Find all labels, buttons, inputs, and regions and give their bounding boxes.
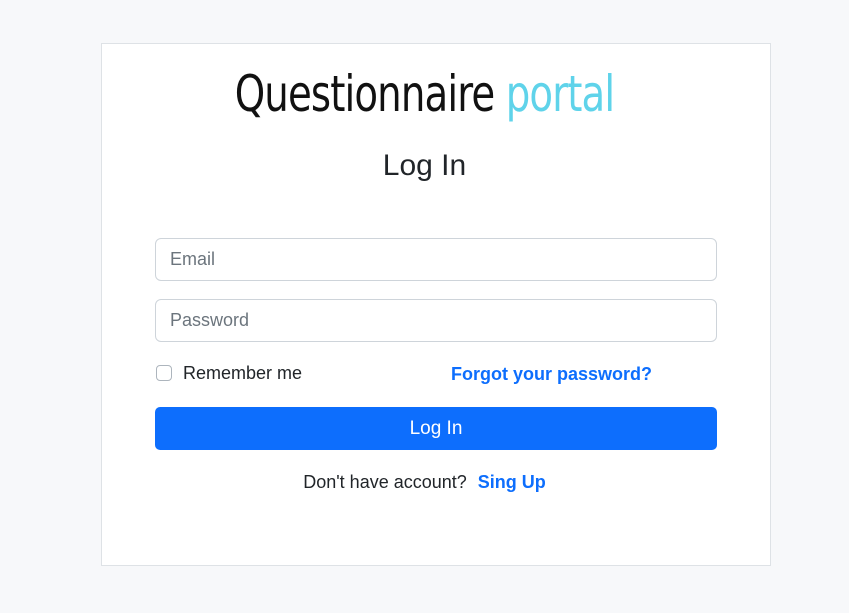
remember-me-label: Remember me	[183, 362, 303, 383]
password-field[interactable]	[155, 299, 717, 342]
signup-prompt: Don't have account?	[303, 472, 467, 492]
page-title: Log In	[382, 149, 467, 182]
signup-link[interactable]: Sing Up	[478, 472, 546, 492]
remember-me-option[interactable]: Remember me	[156, 362, 302, 384]
brand-logo: Questionnaire portal	[59, 64, 789, 124]
signup-row: Don't have account? Sing Up	[0, 470, 849, 494]
forgot-password-link[interactable]: Forgot your password?	[451, 362, 652, 386]
remember-me-checkbox[interactable]	[156, 365, 172, 381]
login-button[interactable]: Log In	[155, 407, 717, 450]
email-field[interactable]	[155, 238, 717, 281]
brand-main-text: Questionnaire	[234, 65, 495, 123]
brand-accent-text: portal	[505, 65, 615, 123]
